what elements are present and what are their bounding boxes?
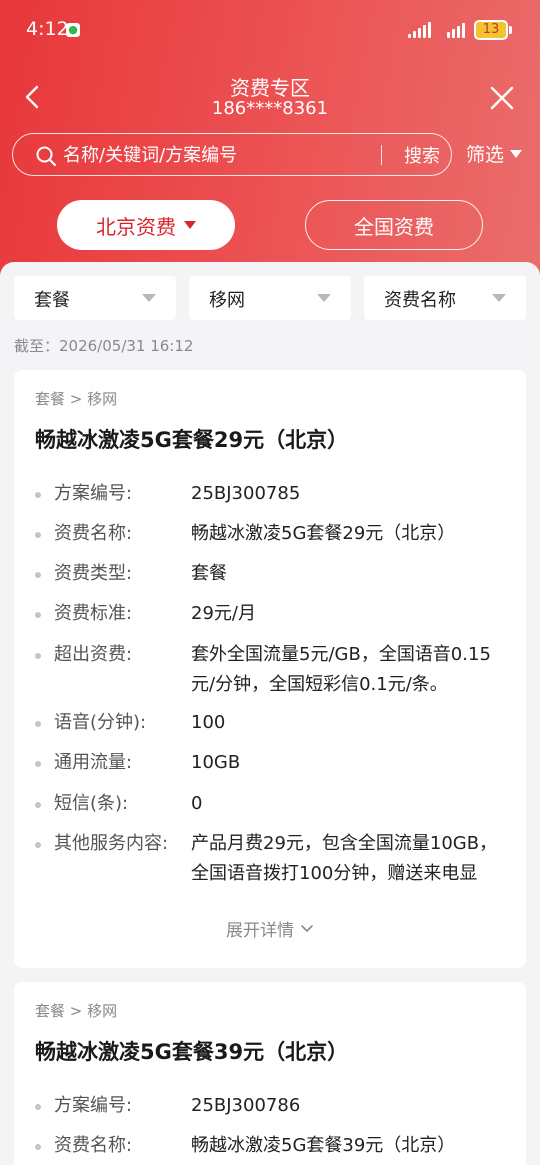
battery-level: 13 [482,22,500,37]
bullet [35,802,41,808]
tab-label: 全国资费 [354,214,434,239]
field-label: 通用流量: [54,752,133,773]
tariff-card[interactable]: 套餐 > 移网 畅越冰激凌5G套餐39元（北京） 方案编号: 25BJ30078… [14,982,526,1165]
tab-national-tariff[interactable]: 全国资费 [305,200,483,250]
deadline-text: 截至：2026/05/31 16:12 [14,337,194,355]
search-button[interactable]: 搜索 [391,142,453,168]
bullet [35,612,41,618]
filter-dropdown-category[interactable]: 套餐 [14,276,176,320]
field-label: 资费标准: [54,603,133,624]
tab-beijing-tariff[interactable]: 北京资费 [57,200,235,250]
filter-dropdown-network[interactable]: 移网 [189,276,351,320]
bullet [35,532,41,538]
bullet [35,1144,41,1150]
bullet [35,1104,41,1110]
status-time: 4:12 [26,18,69,40]
field-value: 套外全国流量5元/GB，全国语音0.15元/分钟，全国短彩信0.1元/条。 [191,644,491,695]
status-bar: 4:12 ● 13 [0,0,540,64]
field-value: 29元/月 [191,603,256,624]
field-value: 畅越冰激凌5G套餐29元（北京） [191,523,456,544]
caret-down-icon [142,294,156,302]
field-label: 超出资费: [54,644,133,665]
search-divider [381,145,382,165]
card-title: 畅越冰激凌5G套餐29元（北京） [35,428,349,452]
tariff-card[interactable]: 套餐 > 移网 畅越冰激凌5G套餐29元（北京） 方案编号: 25BJ30078… [14,370,526,968]
search-bar: 搜索 [12,133,452,176]
field-label: 语音(分钟): [54,712,147,733]
app-notification-icon: ● [66,23,80,37]
field-value: 25BJ300786 [191,1095,301,1116]
field-value: 10GB [191,752,241,773]
caret-down-icon [184,221,196,229]
close-icon[interactable] [488,84,516,112]
signal-icon-sim2 [447,22,465,38]
field-other-services: 其他服务内容: 产品月费29元，包含全国流量10GB，全国语音拨打100分钟，赠… [35,829,515,889]
dropdown-label: 套餐 [34,290,70,311]
content-panel: 套餐 移网 资费名称 截至：2026/05/31 16:12 套餐 > 移网 畅… [0,262,540,1165]
field-label: 资费名称: [54,523,133,544]
search-input[interactable] [63,142,373,168]
battery-tip [509,26,512,34]
bullet [35,721,41,727]
caret-down-icon [317,294,331,302]
dropdown-label: 资费名称 [384,290,456,311]
bullet [35,492,41,498]
field-value: 0 [191,793,203,814]
field-label: 方案编号: [54,483,133,504]
caret-down-icon [510,149,523,158]
battery-icon: 13 [474,20,508,40]
filter-label: 筛选 [466,144,505,166]
tab-label: 北京资费 [96,214,176,239]
page-title: 资费专区 [230,76,310,100]
field-label: 短信(条): [54,793,129,814]
field-value: 产品月费29元，包含全国流量10GB，全国语音拨打100分钟，赠送来电显 [191,833,498,884]
expand-label: 展开详情 [226,921,294,941]
search-icon [36,146,57,167]
field-label: 其他服务内容: [54,833,169,854]
nav-bar: 资费专区 186****8361 [0,64,540,128]
card-breadcrumb: 套餐 > 移网 [35,1002,118,1020]
bullet [35,572,41,578]
bullet [35,761,41,767]
phone-number: 186****8361 [211,98,329,119]
field-value: 套餐 [191,563,227,584]
field-label: 方案编号: [54,1095,133,1116]
dropdown-label: 移网 [209,290,245,311]
chevron-down-icon [301,924,313,932]
caret-down-icon [492,294,506,302]
field-label: 资费类型: [54,563,133,584]
bullet [35,842,41,848]
filter-dropdown-sort[interactable]: 资费名称 [364,276,526,320]
field-value: 100 [191,712,226,733]
bullet [35,653,41,659]
field-label: 资费名称: [54,1135,133,1156]
card-title: 畅越冰激凌5G套餐39元（北京） [35,1040,349,1064]
expand-details-button[interactable]: 展开详情 [14,916,526,941]
card-breadcrumb: 套餐 > 移网 [35,390,118,408]
field-value: 畅越冰激凌5G套餐39元（北京） [191,1135,456,1156]
field-value: 25BJ300785 [191,483,301,504]
filter-button[interactable]: 筛选 [466,140,523,167]
signal-icon-sim1 [408,22,431,38]
